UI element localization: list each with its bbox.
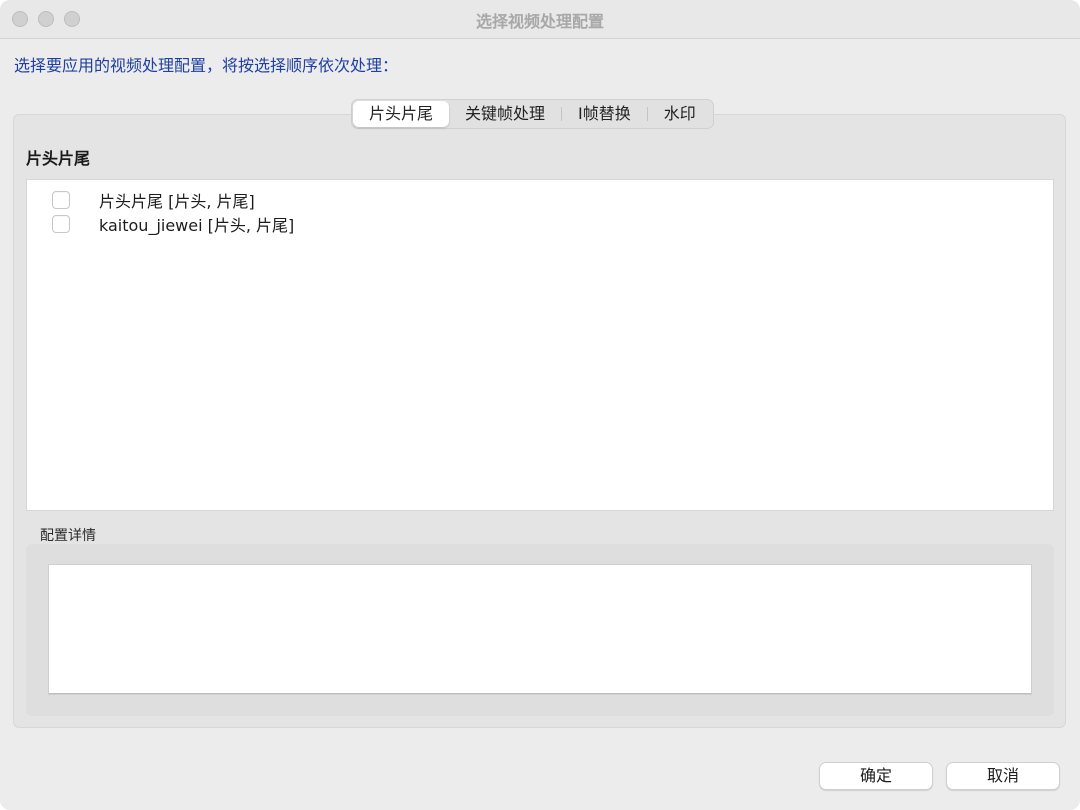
item-label: 片头片尾 [片头, 片尾]	[99, 192, 255, 211]
item-checkbox[interactable]	[52, 191, 70, 209]
ok-button[interactable]: 确定	[819, 762, 933, 790]
item-checkbox[interactable]	[52, 215, 70, 233]
cancel-button[interactable]: 取消	[946, 762, 1060, 790]
instruction-text: 选择要应用的视频处理配置，将按选择顺序依次处理：	[14, 56, 399, 75]
section-title: 片头片尾	[26, 149, 91, 168]
tab-watermark[interactable]: 水印	[648, 101, 712, 127]
tab-iframe-replace[interactable]: I帧替换	[562, 101, 647, 127]
tab-intro-outro[interactable]: 片头片尾	[353, 101, 450, 127]
window-title: 选择视频处理配置	[475, 12, 604, 31]
dialog-window: 选择视频处理配置 选择要应用的视频处理配置，将按选择顺序依次处理： 片头片尾 关…	[0, 0, 1080, 810]
tab-bar: 片头片尾 关键帧处理 I帧替换 水印	[351, 99, 714, 129]
details-text-area[interactable]	[48, 564, 1032, 695]
details-label: 配置详情	[40, 528, 96, 544]
title-bar: 选择视频处理配置	[0, 0, 1080, 39]
list-item[interactable]: 片头片尾 [片头, 片尾]	[27, 188, 1053, 212]
tab-keyframe[interactable]: 关键帧处理	[449, 101, 561, 127]
config-list: 片头片尾 [片头, 片尾] kaitou_jiewei [片头, 片尾]	[26, 179, 1054, 511]
list-item[interactable]: kaitou_jiewei [片头, 片尾]	[27, 212, 1053, 236]
item-label: kaitou_jiewei [片头, 片尾]	[99, 216, 295, 235]
